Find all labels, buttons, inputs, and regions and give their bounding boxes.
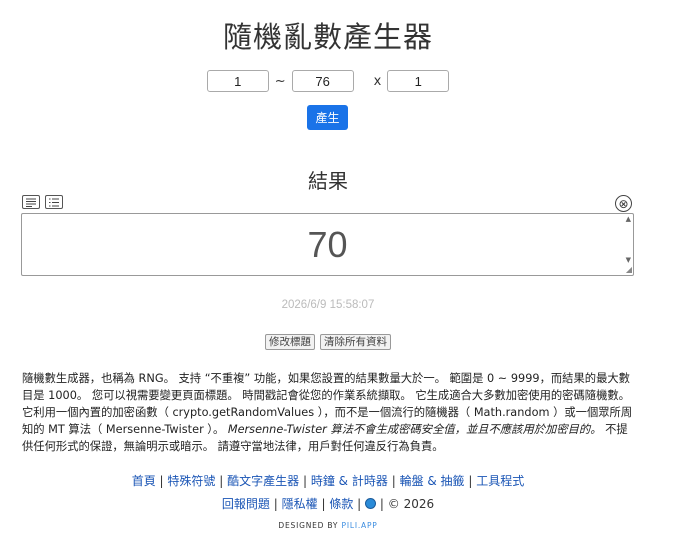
link-report-issue[interactable]: 回報問題 <box>222 497 270 511</box>
link-privacy[interactable]: 隱私權 <box>282 497 318 511</box>
resize-grip-icon[interactable]: ◢ <box>626 266 632 274</box>
link-cool-text[interactable]: 酷文字產生器 <box>227 474 299 488</box>
link-terms[interactable]: 條款 <box>329 497 353 511</box>
clear-all-button[interactable]: 清除所有資料 <box>320 334 391 350</box>
result-box[interactable]: 70 ▲ ▼ ◢ <box>21 213 634 276</box>
edit-title-button[interactable]: 修改標題 <box>265 334 315 350</box>
close-icon[interactable]: ⊗ <box>615 195 632 212</box>
result-value: 70 <box>307 223 348 265</box>
footer-divider: | <box>321 497 326 511</box>
view-toggle <box>22 195 63 209</box>
action-row: 修改標題 清除所有資料 <box>0 334 656 350</box>
range-separator: ~ <box>274 73 286 89</box>
scroll-down-icon[interactable]: ▼ <box>626 256 631 264</box>
designed-by-label: DESIGNED BY <box>278 521 339 530</box>
link-tools[interactable]: 工具程式 <box>476 474 524 488</box>
footer-divider: | <box>219 474 224 488</box>
link-roulette[interactable]: 輪盤 & 抽籤 <box>400 474 465 488</box>
link-special-symbols[interactable]: 特殊符號 <box>167 474 215 488</box>
designed-by: DESIGNED BY PILI.APP <box>0 521 656 530</box>
footer-divider: | <box>273 497 278 511</box>
result-title: 結果 <box>308 169 348 193</box>
footer-divider: | <box>379 497 384 511</box>
generate-button[interactable]: 產生 <box>307 105 348 130</box>
min-input[interactable] <box>206 70 269 92</box>
brand-link[interactable]: PILI.APP <box>342 521 378 530</box>
max-input[interactable] <box>291 70 354 92</box>
link-clock-timer[interactable]: 時鐘 & 計時器 <box>311 474 388 488</box>
footer-divider: | <box>391 474 396 488</box>
text-view-icon[interactable] <box>22 195 40 209</box>
range-row: ~ x <box>0 70 656 92</box>
link-home[interactable]: 首頁 <box>132 474 156 488</box>
description: 隨機數生成器，也稱為 RNG。 支持 “不重複” 功能，如果您設置的結果數量大於… <box>22 370 634 455</box>
footer-divider: | <box>357 497 362 511</box>
list-view-icon[interactable] <box>45 195 63 209</box>
footer-links: 首頁 | 特殊符號 | 酷文字產生器 | 時鐘 & 計時器 | 輪盤 & 抽籤 … <box>0 472 656 489</box>
copyright: © 2026 <box>387 497 435 511</box>
times-sign: x <box>373 73 382 89</box>
count-input[interactable] <box>387 70 450 92</box>
timestamp: 2026/6/9 15:58:07 <box>281 299 375 311</box>
footer-divider: | <box>159 474 164 488</box>
footer-divider: | <box>302 474 308 488</box>
scroll-up-icon[interactable]: ▲ <box>626 215 631 223</box>
footer-links-secondary: 回報問題 | 隱私權 | 條款 | | © 2026 <box>0 495 656 512</box>
footer-divider: | <box>468 474 473 488</box>
description-warning: Mersenne-Twister 算法不會生成密碼安全值，並且不應該用於加密目的… <box>227 423 602 436</box>
page-title: 隨機亂數產生器 <box>222 20 433 54</box>
globe-icon[interactable] <box>365 498 377 509</box>
